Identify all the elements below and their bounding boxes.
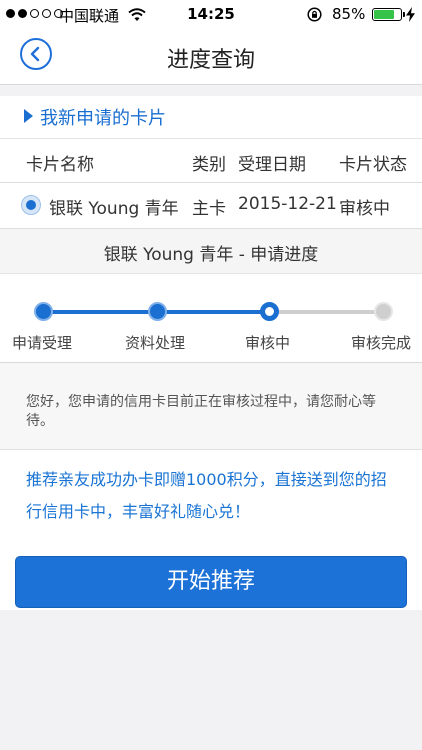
nav-bar: 进度查询 <box>0 30 422 85</box>
section-header: 我新申请的卡片 <box>0 96 422 139</box>
step-node-2 <box>147 302 167 321</box>
card-name: 银联 Young 青年 <box>49 199 179 219</box>
step-label-2: 资料处理 <box>125 334 186 352</box>
card-category: 主卡 <box>192 199 226 219</box>
section-title: 我新申请的卡片 <box>40 108 166 129</box>
step-node-4 <box>373 302 393 321</box>
column-header-card-name: 卡片名称 <box>26 155 94 175</box>
column-header-category: 类别 <box>192 155 226 175</box>
progress-title: 银联 Young 青年 - 申请进度 <box>103 245 319 265</box>
promo-panel: 推荐亲友成功办卡即赠1000积分，直接送到您的招行信用卡中，丰富好礼随心兑！ 开… <box>0 450 422 610</box>
card-status: 审核中 <box>339 199 390 219</box>
charging-icon <box>406 7 415 22</box>
table-row[interactable]: 银联 Young 青年 主卡 2015-12-21 审核中 <box>0 183 422 229</box>
rotation-lock-icon <box>307 7 322 22</box>
start-recommend-button[interactable]: 开始推荐 <box>15 556 407 608</box>
battery-percent: 85% <box>332 5 366 23</box>
notice-text: 您好，您申请的信用卡目前正在审核过程中，请您耐心等待。 <box>26 394 376 429</box>
step-node-3 <box>259 302 279 321</box>
battery-icon <box>372 8 405 21</box>
progress-header: 银联 Young 青年 - 申请进度 <box>0 229 422 274</box>
step-label-3: 审核中 <box>245 334 291 352</box>
triangle-right-icon <box>24 109 33 123</box>
radio-selected-icon[interactable] <box>21 195 41 215</box>
step-node-1 <box>33 302 53 321</box>
step-label-4: 审核完成 <box>351 334 412 352</box>
card-date: 2015-12-21 <box>238 194 337 214</box>
progress-track-remaining <box>269 310 383 314</box>
status-bar: 中国联通 14:25 85% <box>0 0 422 30</box>
progress-tracker: 申请受理 资料处理 审核中 审核完成 <box>0 274 422 363</box>
notice-panel: 您好，您申请的信用卡目前正在审核过程中，请您耐心等待。 <box>0 363 422 450</box>
page-title: 进度查询 <box>166 48 255 73</box>
step-label-1: 申请受理 <box>12 334 73 352</box>
promo-text: 推荐亲友成功办卡即赠1000积分，直接送到您的招行信用卡中，丰富好礼随心兑！ <box>26 470 387 521</box>
column-header-status: 卡片状态 <box>339 155 407 175</box>
column-header-date: 受理日期 <box>238 155 306 175</box>
table-header: 卡片名称 类别 受理日期 卡片状态 <box>0 139 422 183</box>
